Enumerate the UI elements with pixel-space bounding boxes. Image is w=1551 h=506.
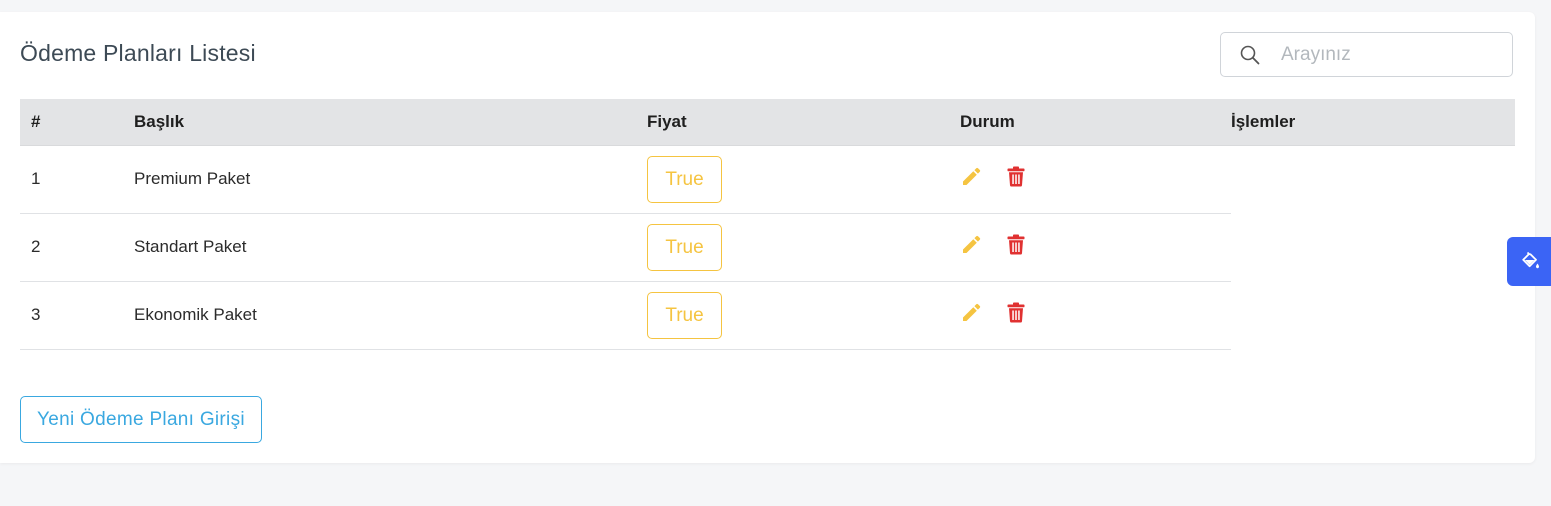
row-number: 2 xyxy=(20,213,134,282)
row-number: 1 xyxy=(20,145,134,214)
edit-button[interactable] xyxy=(960,302,982,329)
new-payment-plan-button[interactable]: Yeni Ödeme Planı Girişi xyxy=(20,396,262,443)
delete-button[interactable] xyxy=(1007,302,1025,328)
paint-bucket-icon xyxy=(1522,251,1539,269)
table-header-row: # Başlık Fiyat Durum İşlemler xyxy=(20,99,1515,146)
row-title: Ekonomik Paket xyxy=(134,281,647,350)
table-row: 2 Standart Paket True xyxy=(20,213,1515,282)
column-header-number: # xyxy=(20,99,134,146)
price-badge[interactable]: True xyxy=(647,155,722,203)
pencil-icon xyxy=(963,167,981,185)
page-title: Ödeme Planları Listesi xyxy=(20,40,256,66)
row-title: Standart Paket xyxy=(134,213,647,282)
column-header-actions: İşlemler xyxy=(1231,99,1515,146)
pencil-icon xyxy=(963,303,981,321)
row-number: 3 xyxy=(20,281,134,350)
search-input[interactable] xyxy=(1281,43,1501,67)
column-header-title: Başlık xyxy=(134,99,647,146)
pencil-icon xyxy=(963,235,981,253)
edit-button[interactable] xyxy=(960,234,982,261)
search-box[interactable] xyxy=(1220,32,1513,77)
row-title: Premium Paket xyxy=(134,145,647,214)
trash-icon xyxy=(1007,234,1025,255)
edit-button[interactable] xyxy=(960,166,982,193)
search-icon xyxy=(1240,45,1260,65)
theme-customizer-toggle[interactable] xyxy=(1507,237,1551,286)
column-header-status: Durum xyxy=(960,99,1231,146)
payment-plans-table: # Başlık Fiyat Durum İşlemler 1 Premium … xyxy=(20,99,1515,350)
payment-plans-card: Ödeme Planları Listesi # Başlık Fiyat Du… xyxy=(0,12,1535,463)
table-row: 3 Ekonomik Paket True xyxy=(20,281,1515,350)
column-header-price: Fiyat xyxy=(647,99,960,146)
price-badge[interactable]: True xyxy=(647,223,722,271)
table-row: 1 Premium Paket True xyxy=(20,145,1515,214)
delete-button[interactable] xyxy=(1007,234,1025,260)
delete-button[interactable] xyxy=(1007,166,1025,192)
trash-icon xyxy=(1007,302,1025,323)
trash-icon xyxy=(1007,166,1025,187)
price-badge[interactable]: True xyxy=(647,291,722,339)
